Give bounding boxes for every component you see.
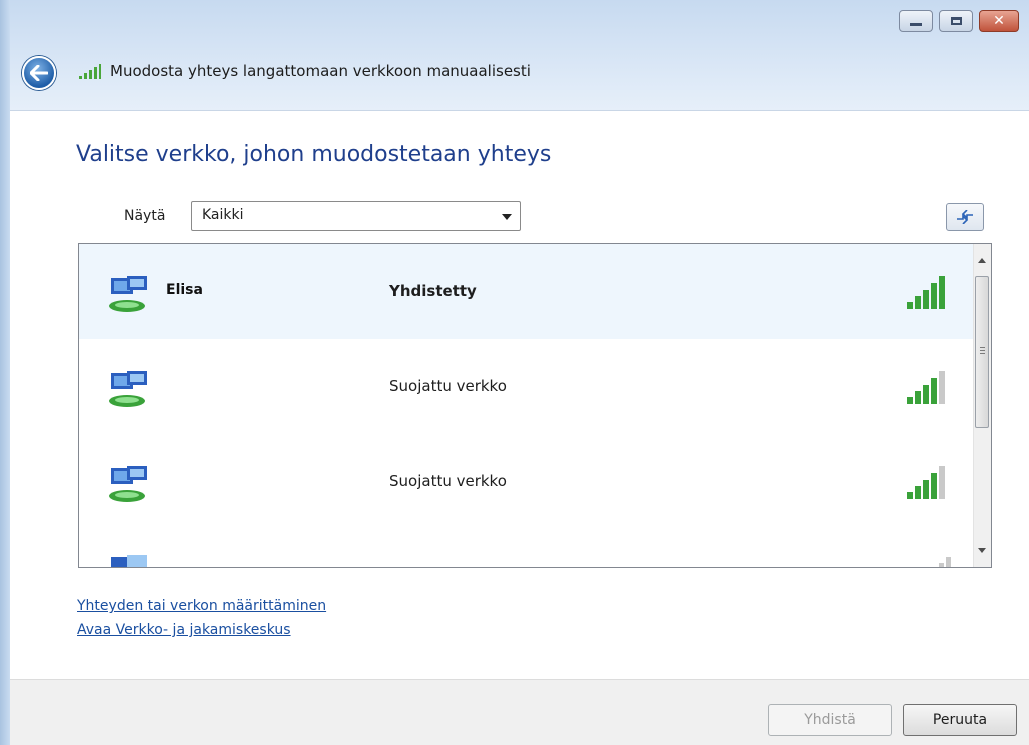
- chevron-down-icon: [502, 214, 512, 220]
- maximize-icon: [950, 17, 962, 25]
- network-row-partial[interactable]: [79, 529, 976, 567]
- cancel-button[interactable]: Peruuta: [903, 704, 1017, 736]
- window-controls: ✕: [899, 10, 1019, 32]
- network-list-scrollbar[interactable]: [973, 244, 991, 567]
- refresh-icon: [957, 210, 973, 224]
- minimize-icon: [910, 22, 922, 26]
- scroll-down-icon[interactable]: [978, 548, 986, 553]
- close-button[interactable]: ✕: [979, 10, 1019, 32]
- wireless-network-icon: [109, 371, 147, 407]
- close-icon: ✕: [993, 13, 1005, 29]
- scrollbar-thumb[interactable]: [975, 276, 989, 428]
- network-status: Suojattu verkko: [389, 472, 507, 490]
- network-row[interactable]: Suojattu verkko: [79, 434, 976, 529]
- minimize-button[interactable]: [899, 10, 933, 32]
- signal-strength-icon: [907, 276, 945, 309]
- wireless-signal-icon: [79, 64, 101, 79]
- connect-button[interactable]: Yhdistä: [768, 704, 892, 736]
- wireless-network-icon: [109, 276, 147, 312]
- network-row[interactable]: Elisa Yhdistetty: [79, 244, 976, 339]
- network-center-link[interactable]: Avaa Verkko- ja jakamiskeskus: [77, 622, 291, 638]
- signal-strength-icon: [907, 371, 945, 404]
- window-title: Muodosta yhteys langattomaan verkkoon ma…: [110, 62, 531, 80]
- show-filter-value: Kaikki: [202, 207, 244, 223]
- maximize-button[interactable]: [939, 10, 973, 32]
- wireless-network-icon: [109, 466, 147, 502]
- title-bar: ✕ Muodosta yhteys langattomaan verkkoon …: [0, 0, 1029, 111]
- signal-strength-icon: [907, 466, 945, 499]
- grip-icon: [980, 347, 985, 355]
- signal-strength-icon: [939, 557, 951, 567]
- network-name: Elisa: [166, 282, 203, 298]
- back-arrow-icon: [30, 65, 48, 81]
- network-list[interactable]: Elisa Yhdistetty Suojattu verkko Suojatt…: [78, 243, 992, 568]
- dialog-footer: Yhdistä Peruuta: [10, 679, 1029, 745]
- window-frame-left: [0, 0, 10, 745]
- wireless-network-icon: [111, 555, 147, 567]
- network-row[interactable]: Suojattu verkko: [79, 339, 976, 434]
- setup-connection-link[interactable]: Yhteyden tai verkon määrittäminen: [77, 598, 326, 614]
- dialog-content: Valitse verkko, johon muodostetaan yhtey…: [10, 111, 1029, 679]
- show-filter-dropdown[interactable]: Kaikki: [191, 201, 521, 231]
- scroll-up-icon[interactable]: [978, 258, 986, 263]
- page-heading: Valitse verkko, johon muodostetaan yhtey…: [76, 142, 552, 167]
- refresh-button[interactable]: [946, 203, 984, 231]
- network-status: Yhdistetty: [389, 282, 477, 300]
- wireless-connect-dialog: ✕ Muodosta yhteys langattomaan verkkoon …: [0, 0, 1029, 745]
- network-status: Suojattu verkko: [389, 377, 507, 395]
- back-button[interactable]: [22, 56, 56, 90]
- show-filter-label: Näytä: [124, 208, 166, 224]
